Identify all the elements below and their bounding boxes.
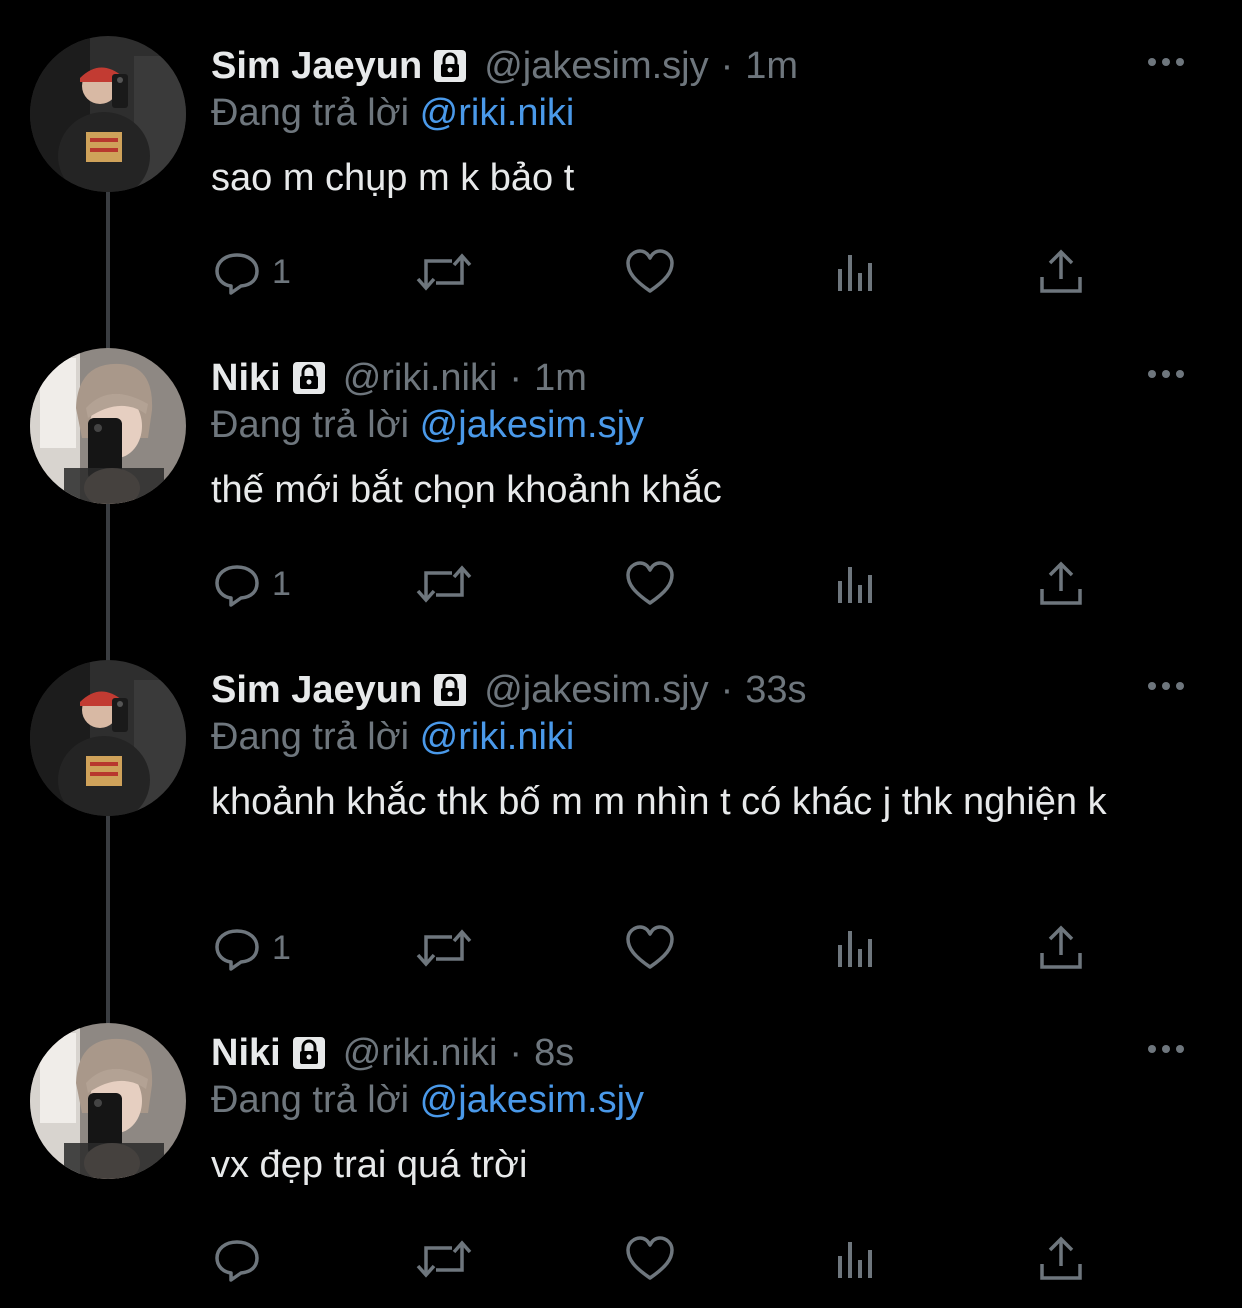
avatar[interactable]: [30, 660, 186, 816]
share-button[interactable]: [1036, 556, 1086, 612]
user-handle[interactable]: @jakesim.sjy: [484, 45, 708, 88]
views-button[interactable]: [832, 556, 880, 612]
more-horizontal-icon[interactable]: [1146, 676, 1186, 696]
timestamp[interactable]: 1m: [534, 357, 587, 400]
tweet-header: Niki @riki.niki · 1m: [211, 354, 587, 402]
lock-icon: [289, 1033, 329, 1073]
views-button[interactable]: [832, 1231, 880, 1287]
reply-count: 1: [272, 928, 291, 967]
replying-to-label: Đang trả lời: [211, 1079, 410, 1121]
display-name[interactable]: Niki: [211, 357, 281, 400]
like-button[interactable]: [624, 556, 676, 612]
like-button[interactable]: [624, 920, 676, 976]
heart-icon: [626, 249, 674, 293]
retweet-icon: [416, 1240, 472, 1278]
avatar[interactable]: [30, 1023, 186, 1179]
retweet-button[interactable]: [414, 556, 474, 612]
replying-to: Đang trả lời @jakesim.sjy: [211, 1079, 644, 1122]
more-horizontal-icon[interactable]: [1146, 52, 1186, 72]
views-button[interactable]: [832, 920, 880, 976]
timestamp[interactable]: 8s: [534, 1032, 574, 1075]
retweet-button[interactable]: [414, 920, 474, 976]
heart-icon: [626, 1236, 674, 1280]
retweet-icon: [416, 253, 472, 291]
retweet-button[interactable]: [414, 244, 474, 300]
share-button[interactable]: [1036, 244, 1086, 300]
tweet-actions: [0, 1231, 1242, 1287]
replying-to-label: Đang trả lời: [211, 92, 410, 134]
replying-to-label: Đang trả lời: [211, 716, 410, 758]
tweet-header: Sim Jaeyun @jakesim.sjy · 1m: [211, 42, 798, 90]
tweet-actions: 1: [0, 556, 1242, 612]
share-upload-icon: [1040, 1236, 1082, 1280]
bar-chart-icon: [838, 931, 872, 967]
replying-to-link[interactable]: @riki.niki: [420, 92, 575, 134]
bar-chart-icon: [838, 567, 872, 603]
reply-count: 1: [272, 252, 291, 291]
avatar-image: [30, 348, 186, 504]
replying-to-link[interactable]: @jakesim.sjy: [420, 1079, 644, 1121]
share-upload-icon: [1040, 249, 1082, 293]
tweet-text: khoảnh khắc thk bố m m nhìn t có khác j …: [211, 781, 1107, 823]
user-handle[interactable]: @riki.niki: [343, 1032, 498, 1075]
share-button[interactable]: [1036, 1231, 1086, 1287]
reply-button[interactable]: 1: [212, 244, 291, 300]
retweet-icon: [416, 929, 472, 967]
share-upload-icon: [1040, 561, 1082, 605]
user-handle[interactable]: @riki.niki: [343, 357, 498, 400]
avatar-image: [30, 660, 186, 816]
replying-to: Đang trả lời @jakesim.sjy: [211, 404, 644, 447]
reply-bubble-icon: [215, 253, 259, 295]
tweet-actions: 1: [0, 244, 1242, 300]
reply-button[interactable]: [212, 1231, 272, 1287]
avatar[interactable]: [30, 36, 186, 192]
reply-count: 1: [272, 564, 291, 603]
replying-to: Đang trả lời @riki.niki: [211, 92, 574, 135]
user-handle[interactable]: @jakesim.sjy: [484, 669, 708, 712]
tweet-actions: 1: [0, 920, 1242, 976]
lock-icon: [289, 358, 329, 398]
replying-to-link[interactable]: @riki.niki: [420, 716, 575, 758]
separator-dot: ·: [509, 356, 523, 399]
tweet-header: Sim Jaeyun @jakesim.sjy · 33s: [211, 666, 807, 714]
heart-icon: [626, 561, 674, 605]
reply-button[interactable]: 1: [212, 556, 291, 612]
more-horizontal-icon[interactable]: [1146, 364, 1186, 384]
more-horizontal-icon[interactable]: [1146, 1039, 1186, 1059]
replying-to: Đang trả lời @riki.niki: [211, 716, 574, 759]
bar-chart-icon: [838, 1242, 872, 1278]
heart-icon: [626, 925, 674, 969]
display-name[interactable]: Sim Jaeyun: [211, 669, 422, 712]
reply-bubble-icon: [215, 929, 259, 971]
separator-dot: ·: [720, 668, 734, 711]
replying-to-link[interactable]: @jakesim.sjy: [420, 404, 644, 446]
timestamp[interactable]: 33s: [745, 669, 806, 712]
retweet-button[interactable]: [414, 1231, 474, 1287]
separator-dot: ·: [720, 44, 734, 87]
views-button[interactable]: [832, 244, 880, 300]
like-button[interactable]: [624, 244, 676, 300]
tweet-header: Niki @riki.niki · 8s: [211, 1029, 574, 1077]
avatar-image: [30, 36, 186, 192]
tweet-text: vx đẹp trai quá trời: [211, 1144, 528, 1186]
avatar[interactable]: [30, 348, 186, 504]
like-button[interactable]: [624, 1231, 676, 1287]
share-upload-icon: [1040, 925, 1082, 969]
display-name[interactable]: Niki: [211, 1032, 281, 1075]
separator-dot: ·: [509, 1031, 523, 1074]
reply-bubble-icon: [215, 565, 259, 607]
avatar-image: [30, 1023, 186, 1179]
reply-button[interactable]: 1: [212, 920, 291, 976]
tweet-text: thế mới bắt chọn khoảnh khắc: [211, 469, 722, 511]
reply-bubble-icon: [215, 1240, 259, 1282]
share-button[interactable]: [1036, 920, 1086, 976]
lock-icon: [430, 46, 470, 86]
retweet-icon: [416, 565, 472, 603]
lock-icon: [430, 670, 470, 710]
bar-chart-icon: [838, 255, 872, 291]
replying-to-label: Đang trả lời: [211, 404, 410, 446]
tweet-text: sao m chụp m k bảo t: [211, 157, 575, 199]
timestamp[interactable]: 1m: [745, 45, 798, 88]
display-name[interactable]: Sim Jaeyun: [211, 45, 422, 88]
